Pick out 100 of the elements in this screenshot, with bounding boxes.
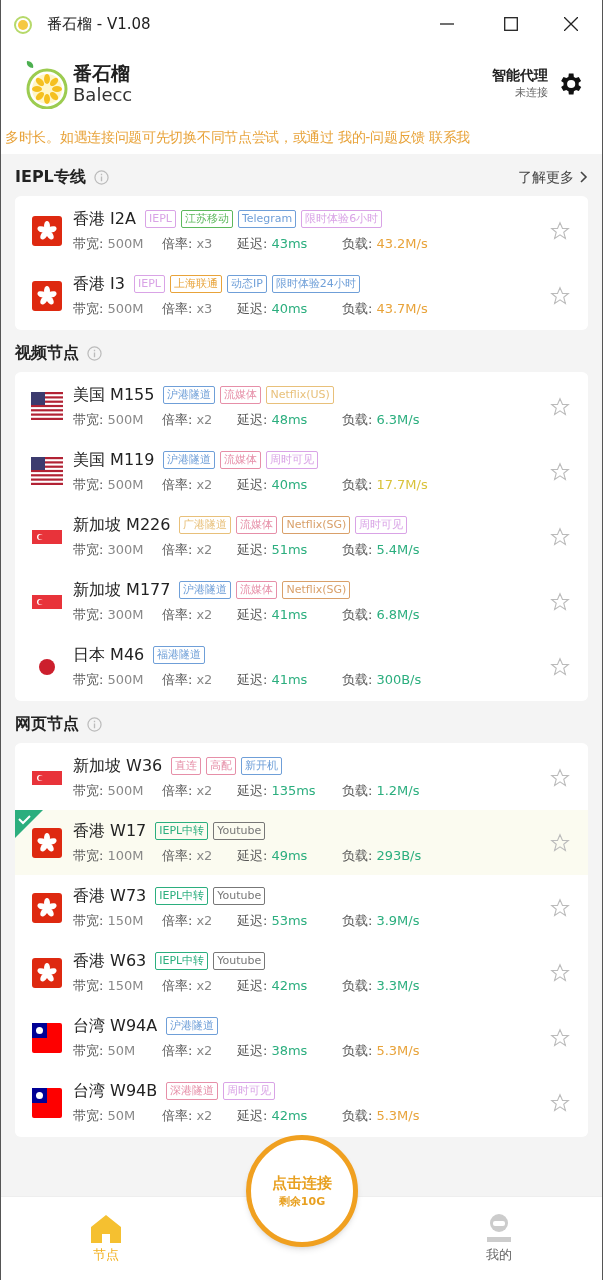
stat-label: 负载:: [342, 300, 373, 319]
tag: 高配: [206, 757, 237, 776]
star-icon[interactable]: [550, 1092, 570, 1113]
info-icon[interactable]: [93, 169, 109, 185]
flag-icon: [32, 957, 62, 988]
stat-value: 40ms: [271, 476, 308, 495]
stat-label: 负载:: [342, 541, 373, 560]
node-name: 香港 W63: [73, 950, 147, 973]
stat-label: 倍率:: [162, 977, 193, 996]
info-icon[interactable]: [87, 716, 102, 732]
stat-label: 延迟:: [237, 912, 268, 931]
tag: 上海联通: [169, 275, 222, 294]
tag: IEPL中转: [155, 887, 209, 906]
star-icon[interactable]: [550, 962, 570, 983]
stat-label: 延迟:: [237, 476, 268, 495]
stat-value: 42ms: [271, 977, 308, 996]
stat-label: 带宽:: [73, 977, 104, 996]
stat-value: 500M: [107, 476, 144, 495]
tag: IEPL: [134, 275, 165, 294]
tag: Netflix(SG): [282, 581, 351, 600]
star-icon[interactable]: [550, 461, 570, 482]
tag: 江苏移动: [180, 210, 233, 229]
stat-value: 500M: [107, 671, 144, 690]
node-name: 香港 W73: [73, 885, 147, 908]
star-icon[interactable]: [550, 526, 570, 547]
flag-icon: [32, 529, 62, 544]
stat-label: 负载:: [342, 1107, 373, 1126]
stat-label: 带宽:: [73, 1042, 104, 1061]
stat-label: 倍率:: [162, 411, 193, 430]
stat-label: 带宽:: [73, 411, 104, 430]
tag: 动态IP: [226, 275, 267, 294]
home-icon: [89, 1212, 123, 1243]
stat-value: 40ms: [271, 300, 308, 319]
node-name: 台湾 W94B: [73, 1080, 158, 1103]
maximize-icon[interactable]: [504, 17, 518, 31]
stat-label: 负载:: [342, 476, 373, 495]
stat-value: 135ms: [271, 782, 316, 801]
flag-icon: [32, 892, 62, 923]
tag: Youtube: [213, 822, 266, 841]
stat-value: x2: [196, 1042, 213, 1061]
stat-label: 倍率:: [162, 1042, 193, 1061]
stat-label: 带宽:: [73, 235, 104, 254]
stat-value: x3: [196, 235, 213, 254]
tag: 流媒体: [236, 516, 278, 535]
stat-value: 293B/s: [376, 847, 422, 866]
stat-label: 延迟:: [237, 606, 268, 625]
stat-label: 延迟:: [237, 782, 268, 801]
stat-value: 42ms: [271, 1107, 308, 1126]
stat-value: x3: [196, 300, 213, 319]
stat-label: 带宽:: [73, 541, 104, 560]
stat-value: x2: [196, 606, 213, 625]
stat-value: 3.9M/s: [376, 912, 420, 931]
stat-value: 17.7M/s: [376, 476, 428, 495]
notice-text: 多时长。如遇连接问题可先切换不同节点尝试，或通过 我的-问题反馈 联系我: [5, 127, 471, 147]
stat-label: 倍率:: [162, 476, 193, 495]
stat-label: 负载:: [342, 1042, 373, 1061]
star-icon[interactable]: [550, 591, 570, 612]
nav-tab[interactable]: 我的: [484, 1212, 514, 1265]
stat-value: 500M: [107, 235, 144, 254]
learn-more-link[interactable]: 了解更多: [518, 166, 588, 188]
stat-label: 延迟:: [237, 1042, 268, 1061]
stat-value: 5.3M/s: [376, 1042, 420, 1061]
stat-label: 带宽:: [73, 476, 104, 495]
stat-value: x2: [196, 671, 213, 690]
star-icon[interactable]: [550, 897, 570, 918]
stat-label: 倍率:: [162, 912, 193, 931]
star-icon[interactable]: [550, 396, 570, 417]
info-icon[interactable]: [87, 345, 102, 361]
stat-label: 负载:: [342, 912, 373, 931]
star-icon[interactable]: [550, 767, 570, 788]
stat-label: 延迟:: [237, 671, 268, 690]
stat-label: 倍率:: [162, 1107, 193, 1126]
star-icon[interactable]: [550, 1027, 570, 1048]
stat-label: 倍率:: [162, 847, 193, 866]
section-title: IEPL专线: [15, 166, 86, 188]
tag: 周时可见: [223, 1082, 276, 1101]
stat-label: 带宽:: [73, 671, 104, 690]
tag: Youtube: [213, 952, 266, 971]
stat-value: 500M: [107, 411, 144, 430]
flag-icon: [32, 280, 62, 311]
app-logo-icon: [13, 14, 33, 34]
flag-icon: [31, 456, 63, 487]
stat-value: x2: [196, 411, 213, 430]
stat-value: 43.2M/s: [376, 235, 428, 254]
star-icon[interactable]: [550, 656, 570, 677]
tag: IEPL: [144, 210, 176, 229]
flag-icon: [32, 1022, 62, 1053]
stat-value: 53ms: [271, 912, 308, 931]
star-icon[interactable]: [550, 220, 570, 241]
stat-label: 带宽:: [73, 782, 104, 801]
stat-value: 300B/s: [376, 671, 422, 690]
node-row[interactable]: 香港 W17 IEPL中转 Youtube 带宽: 100M 倍率: x2 延迟: 49ms 负载: 293B/s: [15, 810, 588, 875]
star-icon[interactable]: [550, 285, 570, 306]
close-icon[interactable]: [564, 17, 578, 31]
stat-label: 负载:: [342, 782, 373, 801]
check-badge-icon: [15, 810, 43, 838]
stat-label: 负载:: [342, 606, 373, 625]
stat-label: 带宽:: [73, 300, 104, 319]
star-icon[interactable]: [550, 832, 570, 853]
tag: 直连: [171, 757, 202, 776]
